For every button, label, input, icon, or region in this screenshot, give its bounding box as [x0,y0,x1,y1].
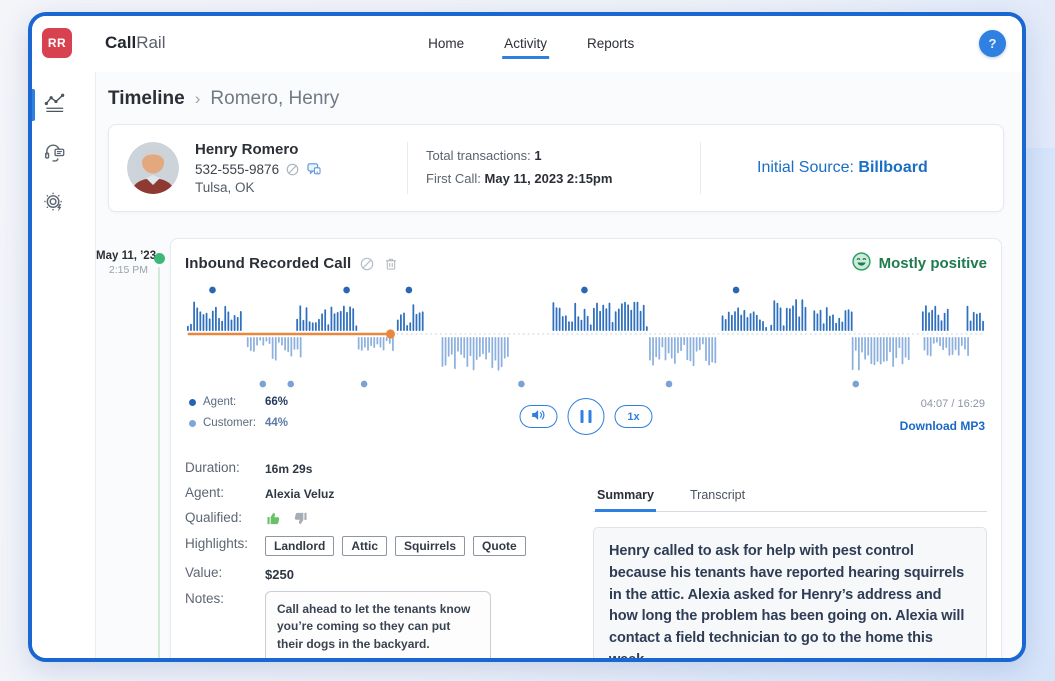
contact-phone-number: 532-555-9876 [195,162,279,177]
playback-speed-button[interactable]: 1x [615,405,653,428]
playback-time: 04:07 / 16:29 [900,398,985,410]
initial-source: Initial Source: Billboard [701,159,928,177]
notes-field[interactable]: Call ahead to let the tenants know you’r… [265,591,491,658]
brand-logo[interactable]: CallRail [105,33,165,53]
gear-bolt-icon [43,191,66,219]
nav-activity[interactable]: Activity [502,30,549,59]
nav-home[interactable]: Home [426,30,466,59]
initial-source-value: Billboard [858,159,927,176]
first-call-label: First Call: [426,171,481,186]
first-call-value: May 11, 2023 2:15pm [485,171,613,186]
thumbs-up-icon[interactable] [265,510,282,527]
help-button[interactable]: ? [979,30,1006,57]
breadcrumb: Timeline › Romero, Henry [96,72,1022,110]
highlight-tag[interactable]: Landlord [265,536,334,556]
initial-source-label: Initial Source: [757,159,854,176]
thumbs-down-icon[interactable] [292,510,309,527]
contact-stats: Total transactions: 1 First Call: May 11… [408,145,700,191]
timeline-line [158,267,160,658]
call-details: Duration: 16m 29s Agent: Alexia Veluz Qu… [185,460,593,658]
timeline-gutter [148,238,170,658]
positive-smiley-icon [851,251,872,276]
breadcrumb-separator-icon: › [195,89,201,109]
contact-info: Henry Romero 532-555-9876 [195,141,407,195]
value-label: Value: [185,565,265,580]
main-content: Timeline › Romero, Henry He [96,72,1022,658]
sidebar-item-activity[interactable] [32,82,96,128]
text-message-icon[interactable] [306,161,322,177]
agent-label: Agent: [185,485,265,500]
breadcrumb-section[interactable]: Timeline [108,88,185,110]
customer-talk-percent: 44% [265,417,288,429]
tab-transcript[interactable]: Transcript [688,484,747,512]
trash-icon[interactable] [383,256,399,272]
sentiment-badge: Mostly positive [851,251,987,276]
timeline-entry: May 11, ’23 2:15 PM Inbound Recorded Cal… [96,238,1002,658]
primary-nav: Home Activity Reports [426,16,636,72]
page-background-band [1025,148,1055,620]
duration-label: Duration: [185,460,265,475]
timeline-dot [154,253,165,264]
highlight-tags: Landlord Attic Squirrels Quote [265,536,526,556]
contact-card: Henry Romero 532-555-9876 [108,124,1004,212]
contact-name: Henry Romero [195,141,407,158]
top-bar: RR CallRail Home Activity Reports ? [32,16,1022,72]
highlight-tag[interactable]: Attic [342,536,387,556]
block-call-icon[interactable] [359,256,375,272]
agent-talk-percent: 66% [265,396,288,408]
brand-bold: Call [105,33,136,52]
summary-text: Henry called to ask for help with pest c… [593,527,987,658]
agent-value: Alexia Veluz [265,485,334,501]
speaker-icon [530,408,547,425]
agent-dot-icon [189,399,196,406]
timeline-date: May 11, ’23 2:15 PM [96,238,148,658]
download-mp3-link[interactable]: Download MP3 [900,419,985,433]
breadcrumb-current: Romero, Henry [210,88,339,110]
brand-light: Rail [136,33,165,52]
avatar [127,142,179,194]
waveform-svg[interactable] [187,280,985,392]
nav-reports[interactable]: Reports [585,30,636,59]
app-window: RR CallRail Home Activity Reports ? [28,12,1026,662]
highlights-label: Highlights: [185,536,265,551]
playback-controls: 1x [520,398,653,435]
tab-summary[interactable]: Summary [595,484,656,512]
summary-tabs: Summary Transcript [593,484,987,512]
volume-button[interactable] [520,405,558,428]
pause-button[interactable] [568,398,605,435]
call-time: 2:15 PM [96,264,148,276]
qualified-label: Qualified: [185,510,265,525]
chart-icon [43,91,66,119]
sentiment-label: Mostly positive [879,255,987,272]
sidebar-item-automation-settings[interactable] [32,182,96,228]
customer-legend-label: Customer: [203,417,265,429]
sidebar [32,72,96,658]
block-number-icon[interactable] [285,162,300,177]
player-controls-row: Agent: 66% Customer: 44% [185,394,987,444]
call-date: May 11, ’23 [96,250,148,262]
total-transactions-label: Total transactions: [426,148,531,163]
waveform[interactable] [187,280,985,392]
notes-label: Notes: [185,591,265,606]
talk-ratio-legend: Agent: 66% Customer: 44% [189,396,288,438]
call-title: Inbound Recorded Call [185,255,351,272]
highlight-tag[interactable]: Squirrels [395,536,465,556]
contact-location: Tulsa, OK [195,180,407,195]
customer-dot-icon [189,420,196,427]
highlight-tag[interactable]: Quote [473,536,526,556]
headset-chat-icon [43,141,66,169]
account-logo-badge[interactable]: RR [42,28,72,58]
agent-legend-label: Agent: [203,396,265,408]
call-ai-panel: Summary Transcript Henry called to ask f… [593,484,987,658]
sidebar-item-conversations[interactable] [32,132,96,178]
call-card: Inbound Recorded Call [170,238,1002,658]
duration-value: 16m 29s [265,460,312,476]
value-amount: $250 [265,565,294,582]
total-transactions-value: 1 [534,148,541,163]
